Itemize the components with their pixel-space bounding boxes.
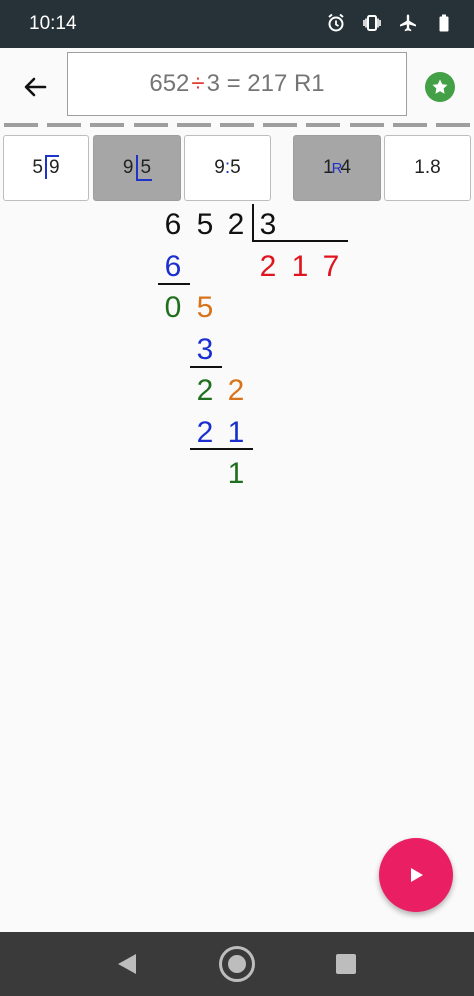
chip-right-wrap: 9 <box>45 155 60 179</box>
nav-recents-icon[interactable] <box>336 954 356 974</box>
notation-chip-decimal[interactable]: 1.8 <box>384 135 471 201</box>
navigation-bar <box>0 932 474 996</box>
status-bar: 10:14 <box>0 0 474 48</box>
divisor: 3 <box>259 208 277 241</box>
play-button[interactable] <box>379 838 453 912</box>
notation-chip-colon[interactable]: 9 : 5 <box>184 135 271 201</box>
final-remainder: 1 <box>227 457 245 490</box>
vibrate-icon <box>363 15 381 31</box>
dividend-digit: 5 <box>196 208 214 241</box>
chip-right: 4 <box>340 157 351 178</box>
bring-down-digit: 2 <box>227 374 245 407</box>
division-vertical-line <box>252 204 254 242</box>
subtract-line <box>190 366 222 368</box>
quotient-digit: 1 <box>291 250 309 283</box>
chip-right-wrap: 5 <box>135 155 152 181</box>
favorite-button[interactable] <box>425 72 455 102</box>
battery-icon <box>439 14 449 32</box>
chip-text: 1.8 <box>414 157 441 178</box>
expression-dividend: 652 <box>149 70 190 97</box>
nav-home-icon[interactable] <box>219 946 255 982</box>
dividend-digit: 6 <box>164 208 182 241</box>
remainder-digit: 2 <box>196 374 214 407</box>
chip-right: 5 <box>230 157 241 178</box>
dashed-separator <box>0 123 474 128</box>
remainder-digit: 0 <box>164 291 182 324</box>
subtract-digit: 2 <box>196 416 214 449</box>
status-icons <box>326 13 454 33</box>
nav-back-icon[interactable] <box>116 952 138 976</box>
status-time: 10:14 <box>29 13 77 34</box>
chip-right: 5 <box>140 157 152 178</box>
subtract-digit: 6 <box>164 250 182 283</box>
notation-chip-european[interactable]: 9 5 <box>93 135 181 201</box>
play-icon <box>411 868 423 882</box>
subtract-digit: 3 <box>196 333 214 366</box>
star-icon <box>432 79 448 94</box>
chip-left: 5 <box>32 157 43 178</box>
airplane-icon <box>400 14 416 32</box>
quotient-digit: 2 <box>259 250 277 283</box>
quotient-digit: 7 <box>322 250 340 283</box>
chip-left: 9 <box>122 157 134 178</box>
expression-rest: 3 = 217 R1 <box>206 70 325 97</box>
subtract-line <box>158 283 190 285</box>
chip-left: 9 <box>214 157 225 178</box>
notation-chip-bracket[interactable]: 5 9 <box>3 135 89 201</box>
subtract-digit: 1 <box>227 416 245 449</box>
notation-chip-remainder[interactable]: 1 R 4 <box>293 135 381 201</box>
expression-display[interactable]: 652 ÷ 3 = 217 R1 <box>67 52 407 116</box>
bring-down-digit: 5 <box>196 291 214 324</box>
divisor-underline <box>252 240 348 242</box>
alarm-icon <box>328 13 344 32</box>
subtract-line <box>190 448 253 450</box>
chip-right: 9 <box>49 157 60 178</box>
expression-operator: ÷ <box>191 70 205 97</box>
dividend-digit: 2 <box>227 208 245 241</box>
back-button[interactable] <box>16 68 54 106</box>
arrow-left-icon <box>24 77 47 97</box>
